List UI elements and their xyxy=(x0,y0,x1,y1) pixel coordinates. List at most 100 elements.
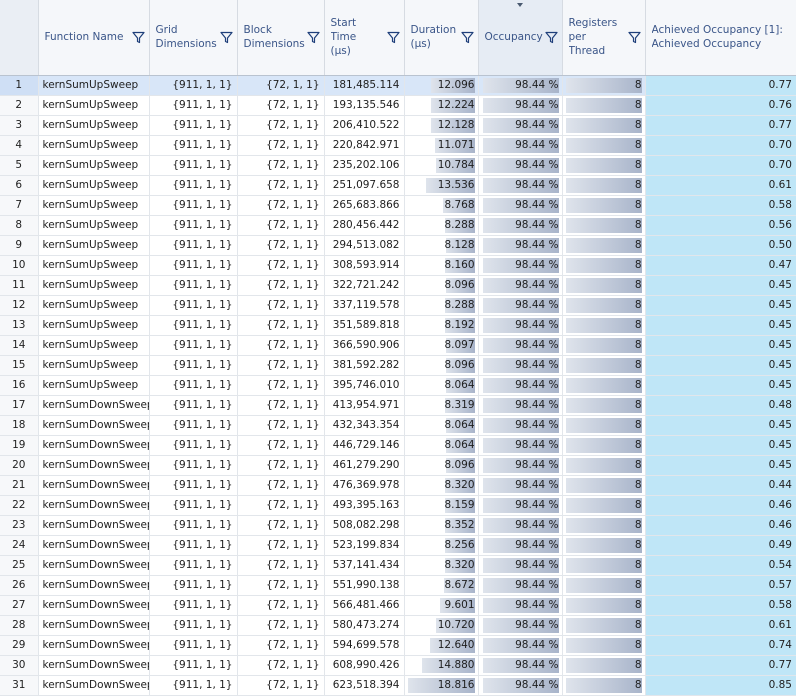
function-name-cell: kernSumDownSweep xyxy=(38,595,150,616)
row-number[interactable]: 3 xyxy=(0,115,39,136)
table-row[interactable]: 9 kernSumUpSweep {911, 1, 1} {72, 1, 1} 294,… xyxy=(0,235,796,256)
table-row[interactable]: 11 kernSumUpSweep {911, 1, 1} {72, 1, 1} 322… xyxy=(0,275,796,296)
function-name-cell: kernSumDownSweep xyxy=(38,455,150,476)
table-row[interactable]: 1 kernSumUpSweep {911, 1, 1} {72, 1, 1} 181,… xyxy=(0,75,796,96)
select-all-corner[interactable] xyxy=(0,0,39,76)
column-header-grid-dimensions[interactable]: Grid Dimensions xyxy=(149,0,238,76)
registers-value: 8 xyxy=(634,218,642,231)
row-number[interactable]: 5 xyxy=(0,155,39,176)
row-number[interactable]: 13 xyxy=(0,315,39,336)
column-header-registers-per-thread[interactable]: Registers per Thread xyxy=(562,0,646,76)
row-number[interactable]: 1 xyxy=(0,75,39,96)
table-row[interactable]: 19 kernSumDownSweep {911, 1, 1} {72, 1, 1} 4… xyxy=(0,435,796,456)
row-number[interactable]: 22 xyxy=(0,495,39,516)
column-header-occupancy[interactable]: Occupancy xyxy=(478,0,563,76)
table-row[interactable]: 14 kernSumUpSweep {911, 1, 1} {72, 1, 1} 366… xyxy=(0,335,796,356)
grid-dimensions-cell: {911, 1, 1} xyxy=(149,315,238,336)
column-header-function-name[interactable]: Function Name xyxy=(38,0,150,76)
row-number[interactable]: 23 xyxy=(0,515,39,536)
start-time-cell: 413,954.971 xyxy=(324,395,405,416)
row-number[interactable]: 19 xyxy=(0,435,39,456)
registers-value: 8 xyxy=(634,338,642,351)
row-number[interactable]: 6 xyxy=(0,175,39,196)
table-row[interactable]: 25 kernSumDownSweep {911, 1, 1} {72, 1, 1} 5… xyxy=(0,555,796,576)
grid-dimensions-cell: {911, 1, 1} xyxy=(149,255,238,276)
duration-value: 8.320 xyxy=(444,478,475,491)
table-row[interactable]: 30 kernSumDownSweep {911, 1, 1} {72, 1, 1} 6… xyxy=(0,655,796,676)
table-row[interactable]: 22 kernSumDownSweep {911, 1, 1} {72, 1, 1} 4… xyxy=(0,495,796,516)
column-label: Achieved Occupancy [1]: Achieved Occupan… xyxy=(651,24,783,51)
table-row[interactable]: 5 kernSumUpSweep {911, 1, 1} {72, 1, 1} 235,… xyxy=(0,155,796,176)
function-name-cell: kernSumUpSweep xyxy=(38,355,150,376)
column-header-block-dimensions[interactable]: Block Dimensions xyxy=(237,0,325,76)
table-row[interactable]: 27 kernSumDownSweep {911, 1, 1} {72, 1, 1} 5… xyxy=(0,595,796,616)
row-number[interactable]: 9 xyxy=(0,235,39,256)
table-row[interactable]: 18 kernSumDownSweep {911, 1, 1} {72, 1, 1} 4… xyxy=(0,415,796,436)
registers-value: 8 xyxy=(634,438,642,451)
table-row[interactable]: 24 kernSumDownSweep {911, 1, 1} {72, 1, 1} 5… xyxy=(0,535,796,556)
row-number[interactable]: 15 xyxy=(0,355,39,376)
table-row[interactable]: 16 kernSumUpSweep {911, 1, 1} {72, 1, 1} 395… xyxy=(0,375,796,396)
duration-value: 8.064 xyxy=(444,418,475,431)
filter-icon[interactable] xyxy=(627,31,641,44)
row-number[interactable]: 27 xyxy=(0,595,39,616)
filter-icon[interactable] xyxy=(131,31,145,44)
duration-value: 12.224 xyxy=(437,98,475,111)
row-number[interactable]: 25 xyxy=(0,555,39,576)
table-row[interactable]: 8 kernSumUpSweep {911, 1, 1} {72, 1, 1} 280,… xyxy=(0,215,796,236)
filter-icon[interactable] xyxy=(306,31,320,44)
table-row[interactable]: 15 kernSumUpSweep {911, 1, 1} {72, 1, 1} 381… xyxy=(0,355,796,376)
row-number[interactable]: 17 xyxy=(0,395,39,416)
column-header-start-time[interactable]: Start Time (µs) xyxy=(324,0,405,76)
row-number[interactable]: 26 xyxy=(0,575,39,596)
row-number[interactable]: 29 xyxy=(0,635,39,656)
registers-value: 8 xyxy=(634,658,642,671)
start-time-cell: 181,485.114 xyxy=(324,75,405,96)
table-row[interactable]: 29 kernSumDownSweep {911, 1, 1} {72, 1, 1} 5… xyxy=(0,635,796,656)
table-row[interactable]: 23 kernSumDownSweep {911, 1, 1} {72, 1, 1} 5… xyxy=(0,515,796,536)
table-body: 1 kernSumUpSweep {911, 1, 1} {72, 1, 1} 181,… xyxy=(0,75,796,696)
row-number[interactable]: 4 xyxy=(0,135,39,156)
table-row[interactable]: 2 kernSumUpSweep {911, 1, 1} {72, 1, 1} 193,… xyxy=(0,95,796,116)
row-number[interactable]: 7 xyxy=(0,195,39,216)
row-number[interactable]: 18 xyxy=(0,415,39,436)
row-number[interactable]: 10 xyxy=(0,255,39,276)
table-row[interactable]: 26 kernSumDownSweep {911, 1, 1} {72, 1, 1} 5… xyxy=(0,575,796,596)
table-row[interactable]: 13 kernSumUpSweep {911, 1, 1} {72, 1, 1} 351… xyxy=(0,315,796,336)
table-row[interactable]: 17 kernSumDownSweep {911, 1, 1} {72, 1, 1} 4… xyxy=(0,395,796,416)
table-row[interactable]: 28 kernSumDownSweep {911, 1, 1} {72, 1, 1} 5… xyxy=(0,615,796,636)
row-number[interactable]: 21 xyxy=(0,475,39,496)
table-row[interactable]: 3 kernSumUpSweep {911, 1, 1} {72, 1, 1} 206,… xyxy=(0,115,796,136)
filter-icon[interactable] xyxy=(386,31,400,44)
start-time-cell: 294,513.082 xyxy=(324,235,405,256)
row-number[interactable]: 11 xyxy=(0,275,39,296)
row-number[interactable]: 28 xyxy=(0,615,39,636)
filter-icon[interactable] xyxy=(544,31,558,44)
row-number[interactable]: 24 xyxy=(0,535,39,556)
table-row[interactable]: 4 kernSumUpSweep {911, 1, 1} {72, 1, 1} 220,… xyxy=(0,135,796,156)
row-number[interactable]: 20 xyxy=(0,455,39,476)
duration-value: 8.288 xyxy=(444,218,475,231)
registers-cell: 8 xyxy=(562,195,646,216)
row-number[interactable]: 2 xyxy=(0,95,39,116)
table-row[interactable]: 31 kernSumDownSweep {911, 1, 1} {72, 1, 1} 6… xyxy=(0,675,796,696)
table-row[interactable]: 10 kernSumUpSweep {911, 1, 1} {72, 1, 1} 308… xyxy=(0,255,796,276)
row-number[interactable]: 12 xyxy=(0,295,39,316)
row-number[interactable]: 8 xyxy=(0,215,39,236)
table-row[interactable]: 20 kernSumDownSweep {911, 1, 1} {72, 1, 1} 4… xyxy=(0,455,796,476)
row-number[interactable]: 16 xyxy=(0,375,39,396)
duration-cell: 12.640 xyxy=(404,635,479,656)
duration-cell: 12.128 xyxy=(404,115,479,136)
table-row[interactable]: 21 kernSumDownSweep {911, 1, 1} {72, 1, 1} 4… xyxy=(0,475,796,496)
filter-icon[interactable] xyxy=(460,31,474,44)
table-row[interactable]: 12 kernSumUpSweep {911, 1, 1} {72, 1, 1} 337… xyxy=(0,295,796,316)
column-header-achieved-occupancy[interactable]: Achieved Occupancy [1]: Achieved Occupan… xyxy=(645,0,796,76)
grid-dimensions-cell: {911, 1, 1} xyxy=(149,75,238,96)
row-number[interactable]: 31 xyxy=(0,675,39,696)
filter-icon[interactable] xyxy=(219,31,233,44)
column-header-duration[interactable]: Duration (µs) xyxy=(404,0,479,76)
table-row[interactable]: 6 kernSumUpSweep {911, 1, 1} {72, 1, 1} 251,… xyxy=(0,175,796,196)
row-number[interactable]: 30 xyxy=(0,655,39,676)
table-row[interactable]: 7 kernSumUpSweep {911, 1, 1} {72, 1, 1} 265,… xyxy=(0,195,796,216)
row-number[interactable]: 14 xyxy=(0,335,39,356)
